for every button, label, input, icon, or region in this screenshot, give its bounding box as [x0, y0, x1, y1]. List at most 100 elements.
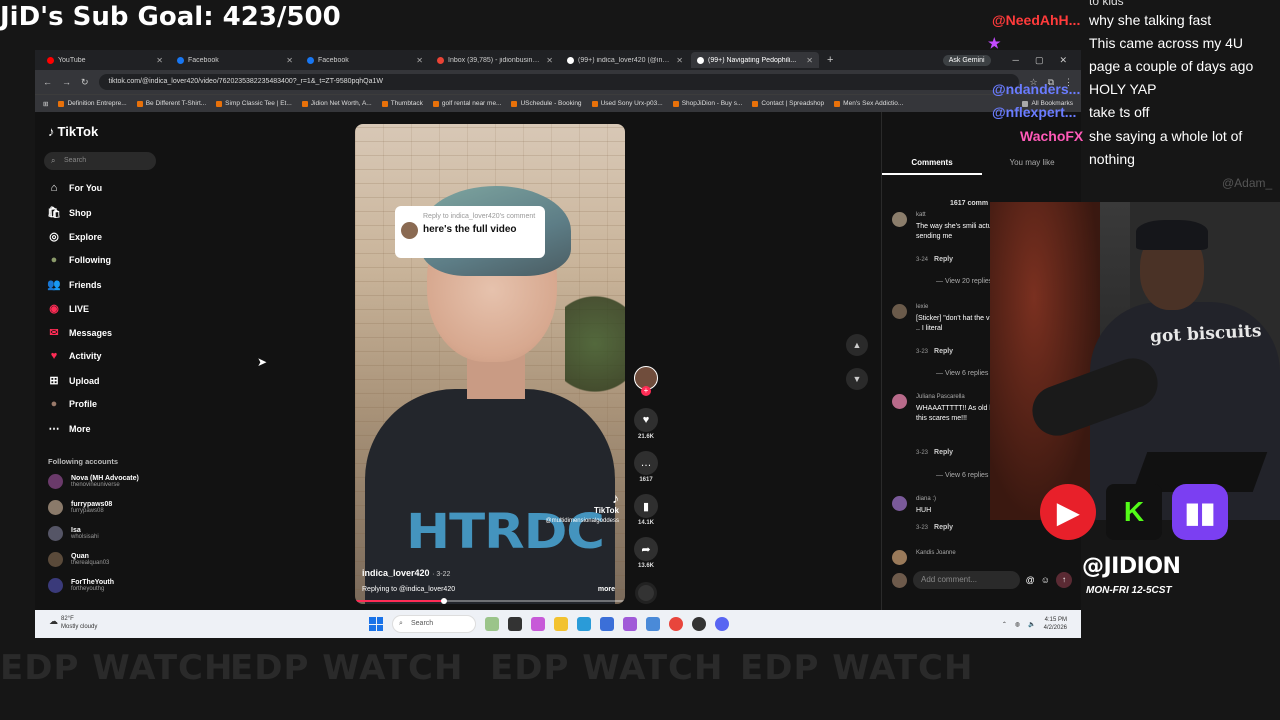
bookmark-item[interactable]: golf rental near me... — [432, 100, 501, 107]
share-icon[interactable]: ➦ — [634, 537, 658, 561]
nav-profile[interactable]: ● Profile — [47, 398, 97, 410]
task-view-icon[interactable] — [508, 617, 522, 631]
browser-tab-active[interactable]: (99+) Navigating Pedophili... ✕ — [691, 52, 819, 68]
close-icon[interactable]: ✕ — [676, 56, 683, 65]
video-author[interactable]: indica_lover420 · 3-22 — [362, 568, 450, 578]
video-progress-bar[interactable] — [355, 598, 625, 604]
reply-button[interactable]: Reply — [934, 524, 953, 531]
nav-more[interactable]: ⋯ More — [47, 422, 91, 435]
emoji-icon[interactable]: ☺ — [1041, 575, 1050, 585]
url-input[interactable]: tiktok.com/@indica_lover420/video/762023… — [98, 74, 1020, 90]
comment-input[interactable]: Add comment... — [913, 571, 1020, 589]
following-account[interactable]: ForTheYouth fortheyouthg — [48, 578, 114, 593]
bookmark-item[interactable]: Contact | Spreadshop — [752, 100, 824, 107]
nav-shop[interactable]: 🛍 Shop — [47, 206, 91, 219]
browser-tab[interactable]: Inbox (39,785) - jidionbusiness ✕ — [431, 52, 559, 68]
tab-comments[interactable]: Comments — [882, 158, 982, 175]
avatar[interactable] — [892, 496, 907, 511]
volume-icon[interactable]: 🔈 — [1028, 621, 1035, 628]
bookmark-item[interactable]: Simp Classic Tee | Et... — [216, 100, 292, 107]
bookmark-item[interactable]: Definition Entrepre... — [58, 100, 127, 107]
bookmark-icon[interactable]: ▮ — [634, 494, 658, 518]
view-replies-button[interactable]: — View 6 replies — [936, 370, 988, 377]
following-account[interactable]: furrypaws08 furrypaws08 — [48, 500, 112, 515]
following-account[interactable]: Quan therealquan03 — [48, 552, 109, 567]
nav-for-you[interactable]: ⌂ For You — [47, 182, 103, 194]
weather-widget[interactable]: ☁ 82°F Mostly cloudy — [49, 615, 97, 631]
ask-gemini-button[interactable]: Ask Gemini — [942, 54, 991, 66]
chrome-icon[interactable] — [669, 617, 683, 631]
back-icon[interactable]: ← — [43, 77, 52, 87]
reply-button[interactable]: Reply — [934, 256, 953, 263]
reply-button[interactable]: Reply — [934, 449, 953, 456]
discord-icon[interactable] — [715, 617, 729, 631]
more-button[interactable]: more — [598, 586, 615, 593]
close-icon[interactable]: ✕ — [546, 56, 553, 65]
minimize-icon[interactable]: ─ — [1013, 55, 1019, 65]
close-icon[interactable]: ✕ — [286, 56, 293, 65]
file-explorer-icon[interactable] — [554, 617, 568, 631]
widgets-icon[interactable] — [485, 617, 499, 631]
avatar[interactable] — [892, 550, 907, 565]
bookmark-item[interactable]: Used Sony Urx-p03... — [591, 100, 663, 107]
app-icon[interactable] — [692, 617, 706, 631]
edge-icon[interactable] — [577, 617, 591, 631]
nav-activity[interactable]: ♥ Activity — [47, 350, 102, 362]
browser-tab[interactable]: YouTube ✕ — [41, 52, 169, 68]
nav-messages[interactable]: ✉ Messages — [47, 326, 112, 339]
app-icon[interactable] — [623, 617, 637, 631]
comment-action[interactable]: … 1617 — [633, 451, 659, 483]
store-icon[interactable] — [600, 617, 614, 631]
nav-upload[interactable]: ⊞ Upload — [47, 374, 99, 387]
maximize-icon[interactable]: ▢ — [1035, 55, 1044, 66]
avatar[interactable] — [892, 212, 907, 227]
share-action[interactable]: ➦ 13.6K — [633, 537, 659, 569]
nav-explore[interactable]: ◎ Explore — [47, 230, 102, 243]
close-icon[interactable]: ✕ — [806, 56, 813, 65]
windows-start-icon[interactable] — [369, 617, 383, 631]
browser-tab[interactable]: Facebook ✕ — [301, 52, 429, 68]
bookmark-item[interactable]: Be Different T-Shirt... — [136, 100, 206, 107]
avatar[interactable] — [892, 394, 907, 409]
music-disc-icon[interactable] — [635, 582, 657, 604]
chevron-up-icon[interactable]: ⌃ — [1002, 621, 1007, 628]
app-icon[interactable] — [646, 617, 660, 631]
follow-button[interactable]: + — [641, 386, 651, 396]
browser-tab[interactable]: Facebook ✕ — [171, 52, 299, 68]
reload-icon[interactable]: ↻ — [81, 77, 89, 88]
following-account[interactable]: Nova (MH Advocate) thenovineuniverse — [48, 474, 139, 489]
like-action[interactable]: ♥ 21.6K — [633, 408, 659, 440]
browser-tab[interactable]: (99+) indica_lover420 (@indica ✕ — [561, 52, 689, 68]
mention-icon[interactable]: @ — [1026, 575, 1035, 585]
close-window-icon[interactable]: ✕ — [1059, 55, 1067, 66]
network-icon[interactable]: ◍ — [1015, 621, 1020, 628]
reply-button[interactable]: Reply — [934, 348, 953, 355]
heart-icon[interactable]: ♥ — [634, 408, 658, 432]
tab-you-may-like[interactable]: You may like — [982, 158, 1081, 175]
apps-icon[interactable]: ⊞ — [43, 100, 48, 108]
taskbar-search[interactable]: ⌕ Search — [392, 615, 476, 633]
next-video-button[interactable]: ▼ — [846, 368, 868, 390]
video-player[interactable]: HTRDC Reply to indica_lover420's comment… — [355, 124, 625, 604]
close-icon[interactable]: ✕ — [416, 56, 423, 65]
view-replies-button[interactable]: — View 20 replies — [936, 278, 992, 285]
clock[interactable]: 4:15 PM 4/2/2026 — [1044, 616, 1067, 632]
copilot-icon[interactable] — [531, 617, 545, 631]
bookmark-item[interactable]: USchedule - Booking — [511, 100, 582, 107]
view-replies-button[interactable]: — View 6 replies — [936, 472, 988, 479]
bookmark-item[interactable]: Jidion Net Worth, A... — [301, 100, 372, 107]
tiktok-logo[interactable]: ♪ TikTok — [48, 124, 98, 139]
following-account[interactable]: Isa wholsisahi — [48, 526, 99, 541]
bookmark-item[interactable]: ShopJiDion - Buy s... — [672, 100, 742, 107]
new-tab-button[interactable]: + — [821, 54, 839, 66]
previous-video-button[interactable]: ▲ — [846, 334, 868, 356]
comment-icon[interactable]: … — [634, 451, 658, 475]
close-icon[interactable]: ✕ — [156, 56, 163, 65]
nav-following[interactable]: ● Following — [47, 254, 111, 266]
nav-friends[interactable]: 👥 Friends — [47, 278, 101, 291]
forward-icon[interactable]: → — [62, 77, 71, 87]
bookmark-item[interactable]: Thumbtack — [381, 100, 423, 107]
nav-live[interactable]: ◉ LIVE — [47, 302, 89, 315]
search-input[interactable]: ⌕ Search — [44, 152, 156, 170]
post-comment-button[interactable]: ↑ — [1056, 572, 1072, 588]
